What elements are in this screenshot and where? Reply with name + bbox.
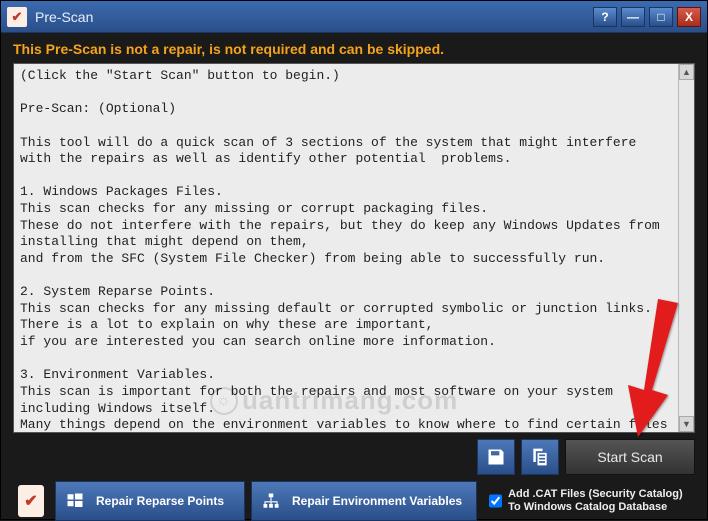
- maximize-button[interactable]: □: [649, 7, 673, 27]
- copy-button[interactable]: [521, 439, 559, 475]
- scroll-up-arrow-icon[interactable]: ▲: [679, 64, 694, 80]
- bottom-row: Repair Reparse Points Repair Environment…: [13, 481, 695, 521]
- cat-checkbox-container: Add .CAT Files (Security Catalog) To Win…: [483, 481, 695, 521]
- repair-env-label: Repair Environment Variables: [292, 494, 462, 508]
- output-panel: (Click the "Start Scan" button to begin.…: [13, 63, 695, 433]
- copy-icon: [530, 447, 550, 467]
- cat-checkbox[interactable]: [489, 494, 502, 508]
- start-scan-button[interactable]: Start Scan: [565, 439, 695, 475]
- save-button[interactable]: [477, 439, 515, 475]
- titlebar: Pre-Scan ? — □ X: [1, 1, 707, 33]
- app-icon: [7, 7, 27, 27]
- cat-checkbox-label: Add .CAT Files (Security Catalog) To Win…: [508, 488, 695, 514]
- repair-reparse-label: Repair Reparse Points: [96, 494, 224, 508]
- clipboard-icon: [13, 481, 49, 521]
- close-button[interactable]: X: [677, 7, 701, 27]
- output-text[interactable]: (Click the "Start Scan" button to begin.…: [14, 64, 678, 432]
- minimize-button[interactable]: —: [621, 7, 645, 27]
- repair-reparse-button[interactable]: Repair Reparse Points: [55, 481, 245, 521]
- repair-env-button[interactable]: Repair Environment Variables: [251, 481, 477, 521]
- banner-text: This Pre-Scan is not a repair, is not re…: [1, 33, 707, 63]
- scrollbar[interactable]: ▲ ▼: [678, 64, 694, 432]
- hierarchy-icon: [260, 490, 282, 512]
- windows-icon: [64, 490, 86, 512]
- scroll-down-arrow-icon[interactable]: ▼: [679, 416, 694, 432]
- window-controls: ? — □ X: [593, 7, 701, 27]
- window-title: Pre-Scan: [35, 9, 593, 25]
- help-button[interactable]: ?: [593, 7, 617, 27]
- floppy-disk-icon: [486, 447, 506, 467]
- action-row: Start Scan: [13, 439, 695, 475]
